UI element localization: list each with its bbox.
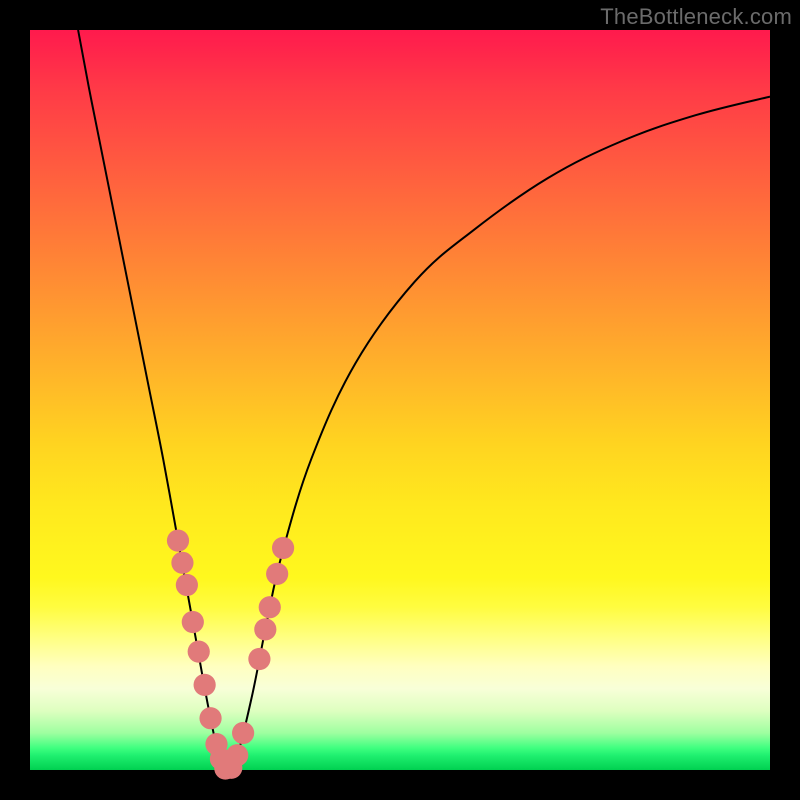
data-marker [194,674,216,696]
data-marker [199,707,221,729]
bottleneck-curve-right [226,97,770,770]
watermark-text: TheBottleneck.com [600,4,792,30]
data-marker [226,744,248,766]
data-marker [176,574,198,596]
data-marker [167,530,189,552]
data-marker [254,618,276,640]
chart-frame: TheBottleneck.com [0,0,800,800]
data-marker [171,552,193,574]
data-marker [248,648,270,670]
data-markers [167,530,294,780]
data-marker [182,611,204,633]
chart-plot-area [30,30,770,770]
data-marker [259,596,281,618]
data-marker [188,641,210,663]
chart-svg [30,30,770,770]
data-marker [272,537,294,559]
data-marker [232,722,254,744]
data-marker [266,563,288,585]
